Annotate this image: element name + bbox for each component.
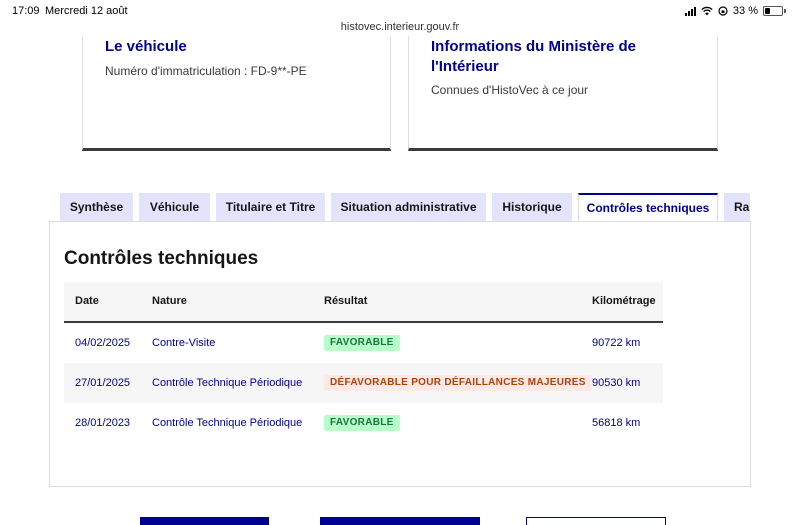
table-header: Date Nature Résultat Kilométrage [64, 282, 663, 323]
tab-vehicule[interactable]: Véhicule [139, 193, 210, 222]
address-bar[interactable]: histovec.interieur.gouv.fr [0, 21, 800, 33]
table-row: 27/01/2025 Contrôle Technique Périodique… [64, 363, 663, 403]
battery-percent: 33 % [732, 5, 758, 17]
column-header-nature: Nature [152, 295, 187, 307]
cell-nature: Contrôle Technique Périodique [152, 417, 303, 429]
column-header-date: Date [75, 295, 99, 307]
column-header-kilometrage: Kilométrage [592, 295, 656, 307]
ministry-card-title: Informations du Ministère de l'Intérieur [431, 38, 637, 75]
primary-action-button[interactable] [140, 517, 269, 525]
battery-icon [763, 6, 786, 16]
vehicle-card: Le véhicule Numéro d'immatriculation : F… [82, 36, 391, 151]
wifi-icon [701, 6, 713, 16]
cell-resultat: FAVORABLE [324, 403, 400, 443]
cell-date: 04/02/2025 [75, 337, 131, 349]
cell-kilometrage: 90530 km [592, 377, 641, 389]
controles-table: Date Nature Résultat Kilométrage 04/02/2… [64, 282, 663, 443]
orientation-lock-icon [718, 6, 728, 16]
cell-date: 28/01/2023 [75, 417, 131, 429]
status-time: 17:09 [12, 5, 40, 17]
tab-rapport[interactable]: Rapport [724, 193, 750, 222]
result-badge: DÉFAVORABLE POUR DÉFAILLANCES MAJEURES [324, 375, 592, 392]
tab-historique[interactable]: Historique [492, 193, 572, 222]
cell-resultat: FAVORABLE [324, 323, 400, 363]
tab-synthese[interactable]: Synthèse [60, 193, 133, 222]
tab-controles-techniques[interactable]: Contrôles techniques [578, 193, 718, 222]
result-badge: FAVORABLE [324, 415, 400, 432]
vehicle-card-title: Le véhicule [105, 38, 187, 55]
ministry-card-subtitle: Connues d'HistoVec à ce jour [431, 83, 589, 97]
controles-techniques-panel: Contrôles techniques Date Nature Résulta… [49, 221, 751, 487]
table-row: 04/02/2025 Contre-Visite FAVORABLE 90722… [64, 323, 663, 363]
outline-action-button[interactable] [526, 517, 666, 525]
secondary-primary-action-button[interactable] [320, 517, 480, 525]
cell-date: 27/01/2025 [75, 377, 131, 389]
tab-situation-administrative[interactable]: Situation administrative [331, 193, 486, 222]
ministry-card: Informations du Ministère de l'Intérieur… [408, 36, 718, 151]
result-badge: FAVORABLE [324, 335, 400, 352]
cell-kilometrage: 56818 km [592, 417, 641, 429]
tab-titulaire-et-titre[interactable]: Titulaire et Titre [216, 193, 325, 222]
cell-nature: Contre-Visite [152, 337, 216, 349]
table-row: 28/01/2023 Contrôle Technique Périodique… [64, 403, 663, 443]
status-date: Mercredi 12 août [45, 5, 128, 17]
registration-number: Numéro d'immatriculation : FD-9**-PE [105, 64, 307, 78]
cell-kilometrage: 90722 km [592, 337, 641, 349]
column-header-resultat: Résultat [324, 295, 368, 307]
status-indicators: 33 % [684, 5, 786, 17]
cell-nature: Contrôle Technique Périodique [152, 377, 303, 389]
cellular-signal-icon [684, 6, 696, 16]
tab-bar: Synthèse Véhicule Titulaire et Titre Sit… [60, 193, 750, 222]
panel-title: Contrôles techniques [64, 248, 259, 269]
cell-resultat: DÉFAVORABLE POUR DÉFAILLANCES MAJEURES [324, 363, 592, 403]
